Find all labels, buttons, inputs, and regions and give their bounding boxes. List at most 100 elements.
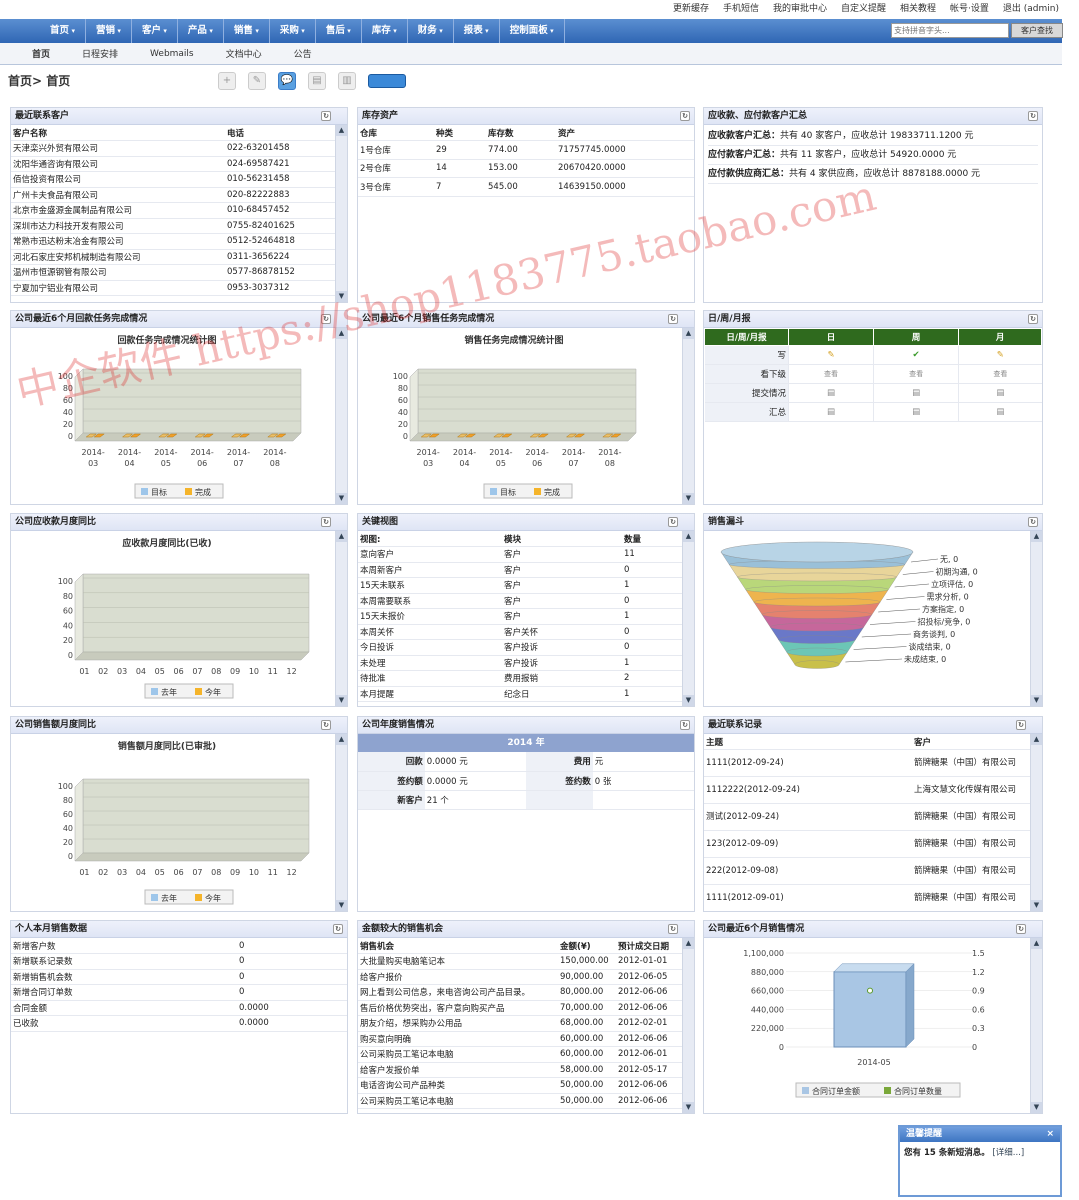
table-row[interactable]: 售后价格优势突出，客户意向购买产品 70,000.00 2012-06-06 (358, 1000, 682, 1016)
report-cell[interactable]: ▤ (787, 383, 874, 403)
subnav-tab[interactable]: 日程安排 (66, 47, 134, 60)
table-row[interactable]: 新增销售机会数 0 (11, 969, 347, 985)
report-cell[interactable]: ▤ (787, 402, 874, 422)
refresh-icon[interactable]: ↻ (668, 314, 678, 324)
refresh-icon[interactable]: ↻ (333, 924, 343, 934)
table-row[interactable]: 宁夏加宁铝业有限公司 0953-3037312 (11, 280, 335, 296)
table-row[interactable]: 待批准 费用报销 2 (358, 670, 682, 687)
window-icon[interactable] (368, 74, 406, 88)
table-row[interactable]: 新增合同订单数 0 (11, 984, 347, 1001)
print-icon[interactable]: ▤ (308, 72, 326, 90)
table-row[interactable]: 合同金额 0.0000 (11, 1000, 347, 1016)
report-cell[interactable]: 查看 (958, 364, 1042, 384)
table-row[interactable]: 深圳市达力科技开发有限公司 0755-82401625 (11, 218, 335, 234)
table-row[interactable]: 本周关怀 客户关怀 0 (358, 624, 682, 640)
table-row[interactable]: 今日投诉 客户投诉 0 (358, 639, 682, 656)
table-row[interactable]: 15天未报价 客户 1 (358, 608, 682, 625)
table-row[interactable]: 佰信投资有限公司 010-56231458 (11, 171, 335, 188)
table-row[interactable]: 河北石家庄安邦机械制造有限公司 0311-3656224 (11, 249, 335, 265)
scrollbar[interactable]: ▲ ▼ (335, 125, 347, 302)
top-link[interactable]: 帐号·设置 (950, 4, 989, 14)
nav-item[interactable]: 首页 (40, 19, 86, 43)
refresh-icon[interactable]: ↻ (321, 517, 331, 527)
table-row[interactable]: 本周新客户 客户 0 (358, 562, 682, 578)
nav-item[interactable]: 库存 (362, 19, 408, 43)
report-cell[interactable]: 查看 (787, 364, 874, 384)
search-input[interactable] (891, 23, 1009, 38)
refresh-icon[interactable]: ↻ (680, 720, 690, 730)
refresh-icon[interactable]: ↻ (1016, 720, 1026, 730)
refresh-icon[interactable]: ↻ (668, 517, 678, 527)
table-row[interactable]: 未处理 客户投诉 1 (358, 655, 682, 671)
nav-item[interactable]: 客户 (132, 19, 178, 43)
table-row[interactable]: 3号仓库 7 545.00 14639150.0000 (358, 177, 694, 197)
report-cell[interactable]: ▤ (873, 383, 959, 403)
table-row[interactable]: 常熟市迅达粉末冶金有限公司 0512-52464818 (11, 233, 335, 250)
table-row[interactable]: 本月提醒 纪念日 1 (358, 686, 682, 702)
table-row[interactable]: 给客户发报价单 58,000.00 2012-05-17 (358, 1062, 682, 1078)
table-row[interactable]: 意向客户 客户 11 (358, 546, 682, 563)
nav-item[interactable]: 产品 (178, 19, 224, 43)
refresh-icon[interactable]: ↻ (668, 924, 678, 934)
top-link[interactable]: 退出 (admin) (1003, 4, 1059, 14)
refresh-icon[interactable]: ↻ (680, 111, 690, 121)
top-link[interactable]: 更新缓存 (673, 4, 709, 14)
table-row[interactable]: 15天未联系 客户 1 (358, 577, 682, 594)
table-row[interactable]: 温州市恒源钢管有限公司 0577-86878152 (11, 264, 335, 281)
table-row[interactable]: 购买意向明确 60,000.00 2012-06-06 (358, 1031, 682, 1047)
scrollbar[interactable]: ▲ ▼ (335, 531, 347, 706)
report-cell[interactable]: ✔ (873, 345, 959, 365)
table-row[interactable]: 1号仓库 29 774.00 71757745.0000 (358, 140, 694, 160)
table-row[interactable]: 222(2012-09-08) 箭牌糖果（中国）有限公司 (704, 857, 1030, 885)
subnav-tab[interactable]: 文档中心 (210, 47, 278, 60)
top-link[interactable]: 自定义提醒 (841, 4, 886, 14)
table-row[interactable]: 给客户报价 90,000.00 2012-06-05 (358, 969, 682, 985)
nav-item[interactable]: 财务 (408, 19, 454, 43)
table-row[interactable]: 新增联系记录数 0 (11, 953, 347, 970)
report-cell[interactable]: ▤ (873, 402, 959, 422)
report-cell[interactable]: ▤ (958, 383, 1042, 403)
scrollbar[interactable]: ▲ ▼ (1030, 938, 1042, 1113)
top-link[interactable]: 相关教程 (900, 4, 936, 14)
subnav-tab[interactable]: 公告 (278, 47, 328, 60)
report-cell[interactable]: 查看 (873, 364, 959, 384)
add-icon[interactable]: + (218, 72, 236, 90)
nav-item[interactable]: 采购 (270, 19, 316, 43)
table-row[interactable]: 已收款 0.0000 (11, 1015, 347, 1032)
report-cell[interactable]: ✎ (958, 345, 1042, 365)
subnav-tab[interactable]: Webmails (134, 49, 210, 59)
nav-item[interactable]: 报表 (454, 19, 500, 43)
table-row[interactable]: 2号仓库 14 153.00 20670420.0000 (358, 159, 694, 178)
export-icon[interactable]: ▥ (338, 72, 356, 90)
scrollbar[interactable]: ▲ ▼ (1030, 531, 1042, 706)
edit-icon[interactable]: ✎ (248, 72, 266, 90)
table-row[interactable]: 大批量购买电脑笔记本 150,000.00 2012-01-01 (358, 953, 682, 970)
table-row[interactable]: 1111(2012-09-01) 箭牌糖果（中国）有限公司 (704, 884, 1030, 911)
table-row[interactable]: 公司采购员工笔记本电脑 60,000.00 2012-06-01 (358, 1046, 682, 1063)
scrollbar[interactable]: ▲ ▼ (1030, 734, 1042, 911)
table-row[interactable]: 沈阳华通咨询有限公司 024-69587421 (11, 156, 335, 172)
scrollbar[interactable]: ▲ ▼ (335, 734, 347, 911)
refresh-icon[interactable]: ↻ (1028, 517, 1038, 527)
scrollbar[interactable]: ▲ ▼ (682, 328, 694, 504)
nav-item[interactable]: 售后 (316, 19, 362, 43)
refresh-icon[interactable]: ↻ (1016, 924, 1026, 934)
table-row[interactable]: 公司采购员工笔记本电脑 50,000.00 2012-06-06 (358, 1093, 682, 1109)
table-row[interactable]: 123(2012-09-09) 箭牌糖果（中国）有限公司 (704, 830, 1030, 858)
table-row[interactable]: 电话咨询公司产品种类 50,000.00 2012-06-06 (358, 1077, 682, 1094)
table-row[interactable]: 测试(2012-09-24) 箭牌糖果（中国）有限公司 (704, 803, 1030, 831)
table-row[interactable]: 新增客户数 0 (11, 938, 347, 954)
refresh-icon[interactable]: ↻ (321, 314, 331, 324)
table-row[interactable]: 1111(2012-09-24) 箭牌糖果（中国）有限公司 (704, 749, 1030, 777)
scrollbar[interactable]: ▲ ▼ (682, 531, 694, 706)
close-icon[interactable]: × (1046, 1127, 1054, 1142)
table-row[interactable]: 天津栾兴外贸有限公司 022-63201458 (11, 140, 335, 157)
scrollbar[interactable]: ▲ ▼ (335, 328, 347, 504)
top-link[interactable]: 我的审批中心 (773, 4, 827, 14)
chat-icon[interactable]: 💬 (278, 72, 296, 90)
table-row[interactable]: 1112222(2012-09-24) 上海文慧文化传媒有限公司 (704, 776, 1030, 804)
report-cell[interactable]: ▤ (958, 402, 1042, 422)
top-link[interactable]: 手机短信 (723, 4, 759, 14)
scrollbar[interactable]: ▲ ▼ (682, 938, 694, 1113)
refresh-icon[interactable]: ↻ (1028, 314, 1038, 324)
